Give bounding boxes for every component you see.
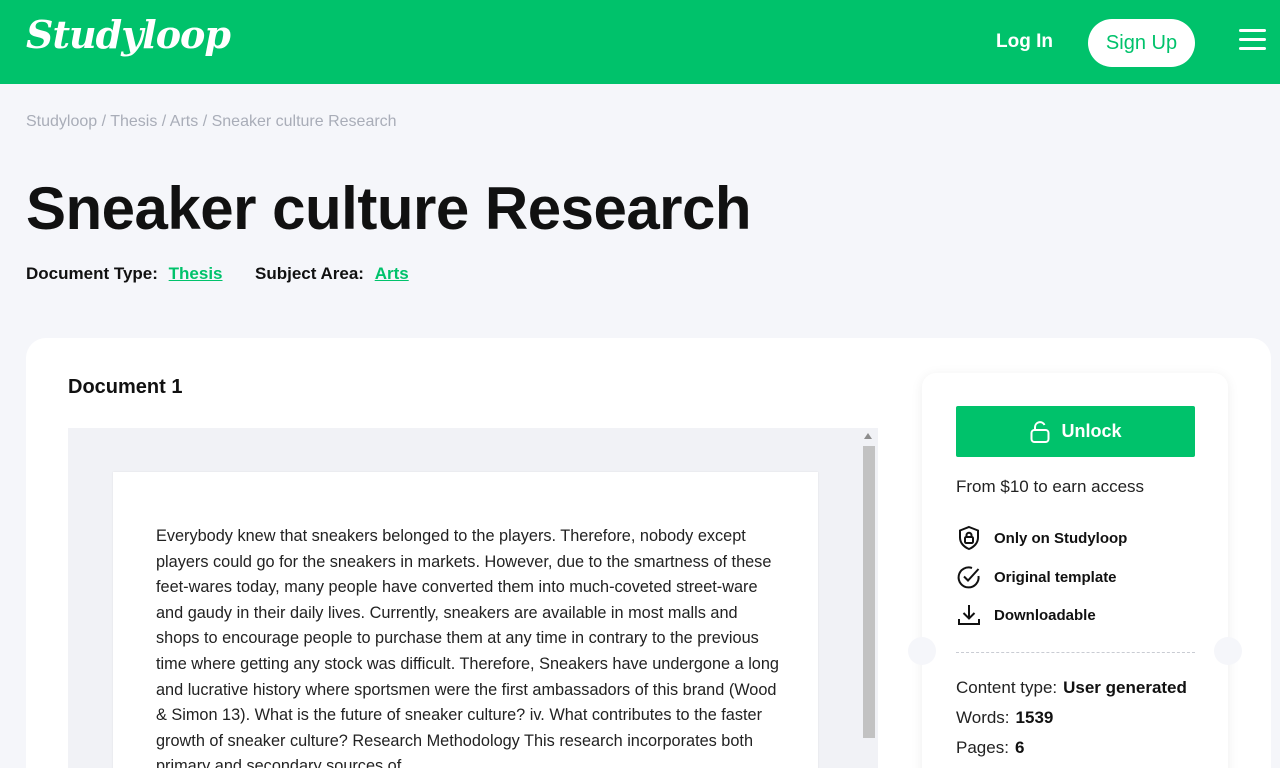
site-header: Studyloop Log In Sign Up (0, 0, 1280, 84)
subject-area-label: Subject Area: (255, 264, 364, 283)
feature-downloadable: Downloadable (956, 601, 1096, 629)
signup-button[interactable]: Sign Up (1088, 19, 1195, 67)
breadcrumb: Studyloop / Thesis / Arts / Sneaker cult… (26, 113, 397, 130)
pages-stat: Pages: 6 (956, 738, 1024, 758)
page-title: Sneaker culture Research (26, 175, 752, 242)
document-type-label: Document Type: (26, 264, 158, 283)
feature-label: Downloadable (994, 606, 1096, 624)
scroll-up-arrow-icon[interactable] (864, 433, 872, 439)
document-label: Document 1 (68, 376, 183, 398)
studyloop-logo[interactable]: Studyloop (26, 12, 231, 57)
pages-value: 6 (1014, 738, 1025, 757)
shield-lock-icon (959, 525, 979, 551)
feature-original-template: Original template (956, 563, 1117, 591)
breadcrumb-current: Sneaker culture Research (211, 113, 397, 130)
panel-notch-left (908, 637, 936, 665)
words-stat: Words: 1539 (956, 708, 1053, 728)
panel-notch-right (1214, 637, 1242, 665)
price-text: From $10 to earn access (956, 477, 1145, 496)
breadcrumb-thesis[interactable]: Thesis (110, 113, 157, 130)
words-label: Words: (956, 708, 1010, 727)
unlock-label: Unlock (1061, 421, 1122, 441)
breadcrumb-studyloop[interactable]: Studyloop (26, 113, 97, 130)
subject-area: Subject Area: Arts (255, 264, 409, 284)
content-type-value: User generated (1063, 678, 1187, 697)
scrollbar-thumb[interactable] (863, 446, 875, 738)
dashed-divider (956, 652, 1195, 653)
unlock-button[interactable]: Unlock (956, 406, 1195, 457)
words-value: 1539 (1015, 708, 1054, 727)
content-type-label: Content type: (956, 678, 1058, 697)
breadcrumb-arts[interactable]: Arts (170, 113, 198, 130)
check-circle-icon (957, 566, 980, 589)
hamburger-menu-icon[interactable] (1239, 29, 1266, 52)
feature-label: Original template (994, 568, 1117, 586)
content-type-stat: Content type: User generated (956, 678, 1187, 698)
document-type-link[interactable]: Thesis (169, 264, 223, 283)
lock-icon (1030, 420, 1050, 443)
pages-label: Pages: (956, 738, 1009, 757)
subject-area-link[interactable]: Arts (375, 264, 409, 283)
document-text: Everybody knew that sneakers belonged to… (156, 527, 779, 768)
feature-label: Only on Studyloop (994, 529, 1128, 547)
feature-only-on-studyloop: Only on Studyloop (956, 524, 1127, 552)
login-link[interactable]: Log In (996, 31, 1053, 53)
download-icon (958, 605, 980, 625)
document-type: Document Type: Thesis (26, 264, 223, 284)
